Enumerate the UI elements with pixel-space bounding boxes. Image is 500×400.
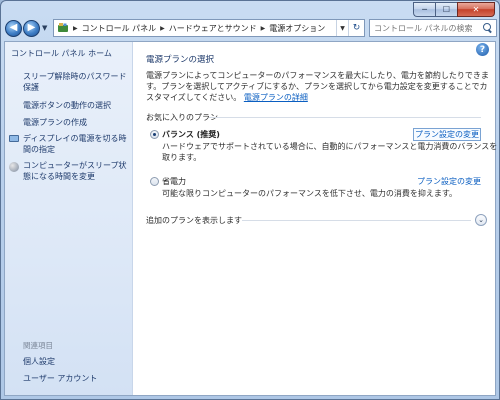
- back-button[interactable]: ◀: [5, 19, 22, 37]
- plan-balanced-radio[interactable]: [150, 130, 159, 139]
- sidebar-item-user-accounts[interactable]: ユーザー アカウント: [23, 373, 97, 384]
- sleep-moon-icon: [9, 162, 19, 172]
- sidebar: コントロール パネル ホーム スリープ解除時のパスワード保護 電源ボタンの動作の…: [5, 42, 133, 395]
- sidebar-item-personalization[interactable]: 個人設定: [23, 356, 55, 367]
- sidebar-item-sleep-time[interactable]: コンピューターがスリープ状態になる時間を変更: [23, 160, 127, 182]
- close-button[interactable]: ✕: [457, 2, 495, 17]
- address-bar[interactable]: ▶ コントロール パネル ▶ ハードウェアとサウンド ▶ 電源オプション ▼ ↻: [53, 19, 365, 37]
- minimize-button[interactable]: ─: [413, 2, 435, 17]
- favorite-plans-label: お気に入りのプラン: [146, 113, 218, 122]
- search-input[interactable]: [374, 23, 474, 33]
- more-plans-divider: [242, 220, 471, 221]
- chevron-down-icon[interactable]: ⌄: [475, 214, 487, 226]
- sidebar-item-wake-password[interactable]: スリープ解除時のパスワード保護: [23, 71, 127, 93]
- control-panel-icon: [58, 23, 68, 32]
- caption-buttons: ─ ☐ ✕: [413, 2, 495, 17]
- monitor-icon: [9, 135, 19, 142]
- sidebar-item-create-plan[interactable]: 電源プランの作成: [23, 117, 87, 128]
- breadcrumb-separator: ▶: [160, 24, 165, 32]
- plan-balanced: バランス (推奨) プラン設定の変更 ハードウェアでサポートされている場合に、自…: [150, 128, 497, 164]
- plan-balanced-name[interactable]: バランス (推奨): [162, 129, 220, 140]
- breadcrumb-hardware-sound[interactable]: ハードウェアとサウンド: [169, 23, 257, 34]
- related-heading: 関連項目: [23, 341, 53, 350]
- help-icon[interactable]: ?: [476, 43, 489, 56]
- plan-power-saver-change-link[interactable]: プラン設定の変更: [417, 176, 481, 187]
- forward-button[interactable]: ▶: [23, 19, 40, 37]
- breadcrumb-separator: ▶: [73, 24, 78, 32]
- plan-power-saver-description: 可能な限りコンピューターのパフォーマンスを低下させ、電力の消費を抑えます。: [162, 189, 458, 198]
- plan-power-saver: 省電力 プラン設定の変更 可能な限りコンピューターのパフォーマンスを低下させ、電…: [150, 175, 481, 205]
- sidebar-home-link[interactable]: コントロール パネル ホーム: [11, 48, 112, 59]
- plan-power-saver-radio[interactable]: [150, 177, 159, 186]
- page-description: 電源プランによってコンピューターのパフォーマンスを最大にしたり、電力を節約したり…: [146, 70, 491, 103]
- section-divider: [209, 117, 481, 118]
- main-panel: ? 電源プランの選択 電源プランによってコンピューターのパフォーマンスを最大にし…: [134, 42, 497, 395]
- page-title: 電源プランの選択: [146, 55, 215, 65]
- sidebar-item-display-off[interactable]: ディスプレイの電源を切る時間の指定: [23, 133, 127, 155]
- content-area: コントロール パネル ホーム スリープ解除時のパスワード保護 電源ボタンの動作の…: [4, 41, 497, 396]
- maximize-button[interactable]: ☐: [435, 2, 457, 17]
- sidebar-item-power-buttons[interactable]: 電源ボタンの動作の選択: [23, 100, 111, 111]
- more-plans-row[interactable]: 追加のプランを表示します ⌄: [146, 214, 491, 228]
- breadcrumb-separator: ▶: [260, 24, 266, 32]
- breadcrumb-control-panel[interactable]: コントロール パネル: [82, 23, 157, 34]
- plan-power-saver-name[interactable]: 省電力: [162, 176, 186, 187]
- plan-balanced-description: ハードウェアでサポートされている場合に、自動的にパフォーマンスと電力消費のバラン…: [162, 142, 498, 162]
- description-text: 電源プランによってコンピューターのパフォーマンスを最大にしたり、電力を節約したり…: [146, 71, 489, 102]
- control-panel-window: ─ ☐ ✕ ◀ ▶ ▼ ▶ コントロール パネル ▶ ハードウェアとサウンド ▶…: [0, 0, 500, 400]
- breadcrumb-power-options[interactable]: 電源オプション: [269, 23, 325, 34]
- refresh-icon[interactable]: ↻: [348, 20, 364, 36]
- recent-pages-dropdown[interactable]: ▼: [42, 24, 50, 32]
- plan-balanced-change-link[interactable]: プラン設定の変更: [413, 128, 481, 141]
- more-plans-label[interactable]: 追加のプランを表示します: [146, 215, 242, 226]
- search-box[interactable]: [369, 19, 497, 37]
- navigation-bar: ◀ ▶ ▼ ▶ コントロール パネル ▶ ハードウェアとサウンド ▶ 電源オプシ…: [5, 17, 497, 39]
- search-icon[interactable]: [483, 23, 493, 33]
- address-dropdown-icon[interactable]: ▼: [336, 20, 348, 36]
- power-plan-details-link[interactable]: 電源プランの詳細: [244, 93, 308, 102]
